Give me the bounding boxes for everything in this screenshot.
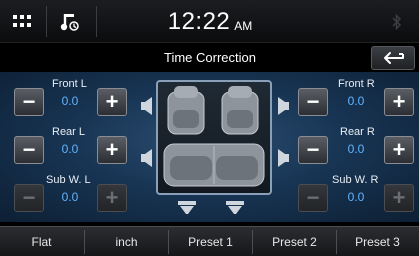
grid-menu-icon (13, 14, 31, 27)
sub-left-speaker-icon (178, 201, 196, 214)
music-note-icon (60, 13, 79, 31)
sub-r-plus-button[interactable]: + (384, 184, 414, 212)
clock-ampm: AM (234, 18, 253, 33)
top-status-bar: 12:22 AM (0, 0, 419, 43)
preset-bar: Flat inch Preset 1 Preset 2 Preset 3 (0, 226, 419, 256)
front-l-label: Front L (52, 78, 87, 90)
rear-r-label: Rear R (340, 126, 375, 138)
preset-1-button[interactable]: Preset 1 (169, 227, 252, 256)
sub-r-minus-button[interactable]: − (298, 184, 328, 212)
front-l-plus-button[interactable]: + (97, 88, 127, 116)
rear-r-plus-button[interactable]: + (384, 136, 414, 164)
front-right-speaker-icon (278, 97, 289, 115)
page-title: Time Correction (164, 50, 256, 65)
sub-l-label: Sub W. L (46, 174, 91, 186)
sub-r-label: Sub W. R (332, 174, 379, 186)
sub-l-minus-button[interactable]: − (14, 184, 44, 212)
rear-left-speaker-icon (141, 149, 152, 167)
car-seats-image (163, 86, 265, 187)
clock-time: 12:22 (167, 7, 231, 35)
rear-right-speaker-icon (278, 149, 289, 167)
media-source-button[interactable] (48, 0, 94, 43)
menu-button[interactable] (0, 0, 44, 43)
rear-r-minus-button[interactable]: − (298, 136, 328, 164)
bluetooth-status (382, 0, 412, 43)
sub-l-value: 0.0 (61, 190, 79, 204)
title-bar: Time Correction (0, 44, 419, 71)
front-l-value: 0.0 (61, 94, 79, 108)
rear-l-value: 0.0 (61, 142, 79, 156)
sub-right-speaker-icon (226, 201, 244, 214)
clock: 12:22 AM (150, 0, 270, 43)
rear-l-label: Rear L (52, 126, 86, 138)
preset-2-button[interactable]: Preset 2 (253, 227, 336, 256)
car-seat-diagram (156, 80, 272, 195)
sub-r-value: 0.0 (347, 190, 365, 204)
preset-flat-button[interactable]: Flat (0, 227, 83, 256)
front-r-minus-button[interactable]: − (298, 88, 328, 116)
front-l-minus-button[interactable]: − (14, 88, 44, 116)
rear-l-plus-button[interactable]: + (97, 136, 127, 164)
front-left-speaker-icon (141, 97, 152, 115)
back-arrow-icon (384, 52, 404, 64)
rear-l-minus-button[interactable]: − (14, 136, 44, 164)
back-button[interactable] (371, 46, 415, 70)
front-r-label: Front R (338, 78, 375, 90)
sub-l-plus-button[interactable]: + (97, 184, 127, 212)
time-correction-panel: Front L − 0.0 + Rear L − 0.0 + Sub W. L … (0, 72, 419, 222)
preset-3-button[interactable]: Preset 3 (336, 227, 419, 256)
front-r-plus-button[interactable]: + (384, 88, 414, 116)
bluetooth-icon (392, 13, 402, 30)
front-r-value: 0.0 (347, 94, 365, 108)
rear-r-value: 0.0 (347, 142, 365, 156)
unit-inch-button[interactable]: inch (85, 227, 168, 256)
